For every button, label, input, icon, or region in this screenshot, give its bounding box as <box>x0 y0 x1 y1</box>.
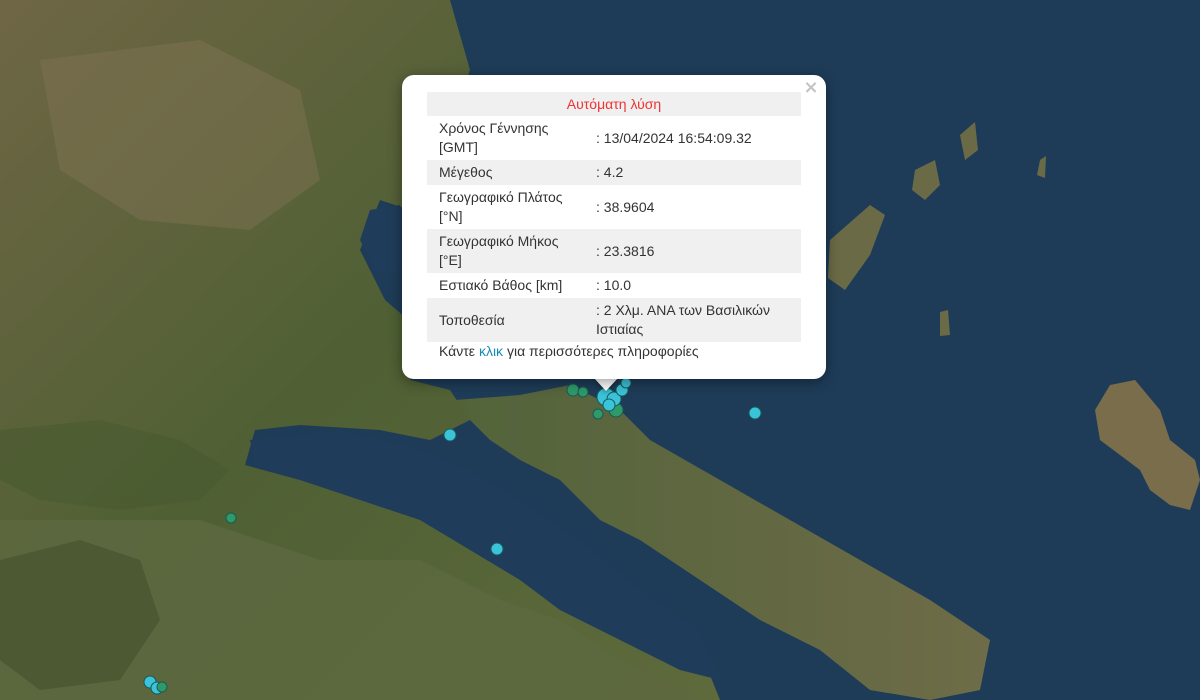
earthquake-marker[interactable] <box>443 428 457 442</box>
detail-label: Τοποθεσία <box>439 311 505 328</box>
earthquake-marker[interactable] <box>620 377 632 389</box>
footer-suffix: για περισσότερες πληροφορίες <box>506 343 699 359</box>
more-info-link[interactable]: κλικ <box>479 343 503 359</box>
detail-value: : 2 Χλμ. ΑΝΑ των Βασιλικών Ιστιαίας <box>596 302 770 337</box>
detail-label: Γεωγραφικό Πλάτος [°N] <box>439 189 563 224</box>
footer-prefix: Κάντε <box>439 343 476 359</box>
earthquake-marker[interactable] <box>577 386 589 398</box>
detail-value: : 10.0 <box>596 277 632 293</box>
detail-value: : 38.9604 <box>596 198 655 215</box>
detail-row-longitude: Γεωγραφικό Μήκος [°E] : 23.3816 <box>427 229 801 273</box>
detail-label: Γεωγραφικό Μήκος [°E] <box>439 233 559 268</box>
detail-value: : 4.2 <box>596 164 624 180</box>
earthquake-marker[interactable] <box>225 512 237 524</box>
detail-label: Εστιακό Βάθος [km] <box>439 277 563 293</box>
detail-row-location: Τοποθεσία : 2 Χλμ. ΑΝΑ των Βασιλικών Ιστ… <box>427 298 801 342</box>
popup-tip <box>594 378 618 391</box>
detail-row-latitude: Γεωγραφικό Πλάτος [°N] : 38.9604 <box>427 185 801 229</box>
earthquake-marker[interactable] <box>156 681 168 693</box>
detail-row-depth: Εστιακό Βάθος [km] : 10.0 <box>427 273 801 298</box>
popup-title: Αυτόματη λύση <box>566 96 662 112</box>
detail-label: Χρόνος Γέννησης [GMT] <box>439 120 549 155</box>
earthquake-marker[interactable] <box>592 408 604 420</box>
detail-label: Μέγεθος <box>439 164 493 180</box>
earthquake-details-table: Αυτόματη λύση Χρόνος Γέννησης [GMT] : 13… <box>427 92 801 342</box>
earthquake-marker[interactable] <box>748 406 762 420</box>
earthquake-marker[interactable] <box>566 383 580 397</box>
popup-title-row: Αυτόματη λύση <box>427 92 801 116</box>
earthquake-marker[interactable] <box>490 542 504 556</box>
detail-row-origin-time: Χρόνος Γέννησης [GMT] : 13/04/2024 16:54… <box>427 116 801 160</box>
earthquake-marker[interactable] <box>602 398 616 412</box>
popup-footer: Κάντε κλικ για περισσότερες πληροφορίες <box>439 343 699 359</box>
detail-value: : 23.3816 <box>596 242 655 259</box>
earthquake-info-popup: × Αυτόματη λύση Χρόνος Γέννησης [GMT] : … <box>402 75 826 379</box>
detail-row-magnitude: Μέγεθος : 4.2 <box>427 160 801 185</box>
close-icon[interactable]: × <box>802 79 820 97</box>
detail-value: : 13/04/2024 16:54:09.32 <box>596 129 752 146</box>
